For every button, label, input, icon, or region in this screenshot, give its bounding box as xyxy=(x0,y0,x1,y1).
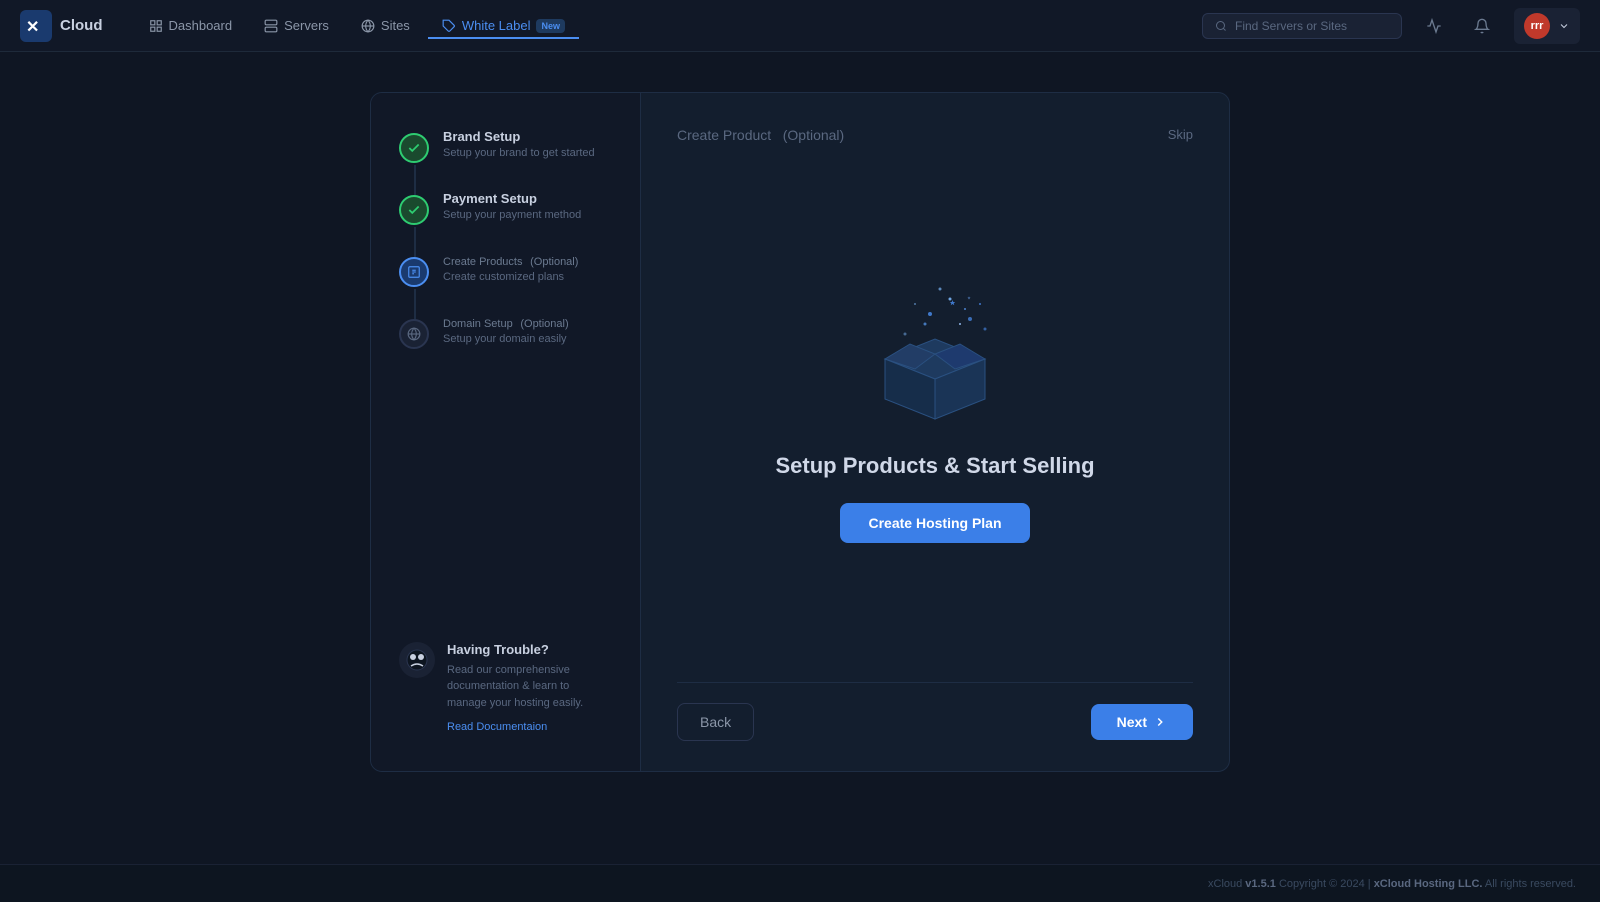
nav-servers[interactable]: Servers xyxy=(250,12,343,39)
user-avatar-btn[interactable]: rrr xyxy=(1514,8,1580,44)
activity-icon xyxy=(1426,18,1442,34)
chevron-right-icon xyxy=(1153,715,1167,729)
panel-body: Setup Products & Start Selling Create Ho… xyxy=(677,146,1193,666)
logo-text: Cloud xyxy=(60,17,103,34)
nav-white-label-label: White Label xyxy=(462,18,531,33)
avatar-initials: rrr xyxy=(1531,20,1544,32)
step-create-products-subtitle: Create customized plans xyxy=(443,271,578,283)
step-brand-setup-icon xyxy=(399,133,429,163)
step-brand-setup: Brand Setup Setup your brand to get star… xyxy=(399,129,612,191)
topnav-right: Find Servers or Sites rrr xyxy=(1202,8,1580,44)
step-list: Brand Setup Setup your brand to get star… xyxy=(399,129,612,349)
panel-title: Create Product (Optional) xyxy=(677,123,844,146)
search-box[interactable]: Find Servers or Sites xyxy=(1202,13,1402,39)
nav-links: Dashboard Servers Sites White Label New xyxy=(135,12,1203,39)
step-payment-setup-icon xyxy=(399,195,429,225)
panel-cta-title: Setup Products & Start Selling xyxy=(775,453,1094,479)
nav-dashboard[interactable]: Dashboard xyxy=(135,12,247,39)
page-footer: xCloud v1.5.1 Copyright © 2024 | xCloud … xyxy=(0,864,1600,902)
help-title: Having Trouble? xyxy=(447,642,612,657)
bell-icon xyxy=(1474,18,1490,34)
wizard-panel: Create Product (Optional) Skip xyxy=(641,93,1229,771)
step-payment-setup: Payment Setup Setup your payment method xyxy=(399,191,612,253)
white-label-badge: New xyxy=(536,19,565,33)
search-placeholder: Find Servers or Sites xyxy=(1235,19,1347,33)
step-domain-setup-title: Domain Setup (Optional) xyxy=(443,315,569,330)
help-text: Read our comprehensive documentation & l… xyxy=(447,662,612,712)
search-icon xyxy=(1215,20,1227,32)
nav-sites-label: Sites xyxy=(381,18,410,33)
nav-servers-label: Servers xyxy=(284,18,329,33)
help-box: Having Trouble? Read our comprehensive d… xyxy=(399,642,612,736)
help-link[interactable]: Read Documentaion xyxy=(447,721,547,733)
step-domain-setup: Domain Setup (Optional) Setup your domai… xyxy=(399,315,612,349)
panel-footer: Back Next xyxy=(677,682,1193,741)
step-domain-setup-icon xyxy=(399,319,429,349)
panel-header: Create Product (Optional) Skip xyxy=(677,123,1193,146)
next-button[interactable]: Next xyxy=(1091,704,1193,740)
main-content: Brand Setup Setup your brand to get star… xyxy=(0,52,1600,864)
notifications-btn[interactable] xyxy=(1466,10,1498,42)
activity-icon-btn[interactable] xyxy=(1418,10,1450,42)
chevron-down-icon xyxy=(1558,20,1570,32)
top-navigation: ✕ Cloud Dashboard Servers Sites White La… xyxy=(0,0,1600,52)
step-payment-setup-title: Payment Setup xyxy=(443,191,581,206)
step-payment-setup-subtitle: Setup your payment method xyxy=(443,209,581,221)
create-hosting-plan-button[interactable]: Create Hosting Plan xyxy=(840,503,1029,543)
nav-white-label[interactable]: White Label New xyxy=(428,12,579,39)
step-create-products: Create Products (Optional) Create custom… xyxy=(399,253,612,315)
wizard-sidebar: Brand Setup Setup your brand to get star… xyxy=(371,93,641,771)
back-button[interactable]: Back xyxy=(677,703,754,741)
nav-sites[interactable]: Sites xyxy=(347,12,424,39)
footer-text: xCloud v1.5.1 Copyright © 2024 | xCloud … xyxy=(1208,878,1576,890)
step-brand-setup-subtitle: Setup your brand to get started xyxy=(443,147,595,159)
box-illustration xyxy=(855,269,1015,429)
svg-text:✕: ✕ xyxy=(26,19,39,36)
skip-link[interactable]: Skip xyxy=(1168,127,1193,142)
step-create-products-icon xyxy=(399,257,429,287)
help-icon xyxy=(399,642,435,678)
step-create-products-title: Create Products (Optional) xyxy=(443,253,578,268)
step-brand-setup-title: Brand Setup xyxy=(443,129,595,144)
wizard-container: Brand Setup Setup your brand to get star… xyxy=(370,92,1230,772)
avatar: rrr xyxy=(1524,13,1550,39)
step-domain-setup-subtitle: Setup your domain easily xyxy=(443,333,569,345)
nav-dashboard-label: Dashboard xyxy=(169,18,233,33)
logo[interactable]: ✕ Cloud xyxy=(20,10,103,42)
